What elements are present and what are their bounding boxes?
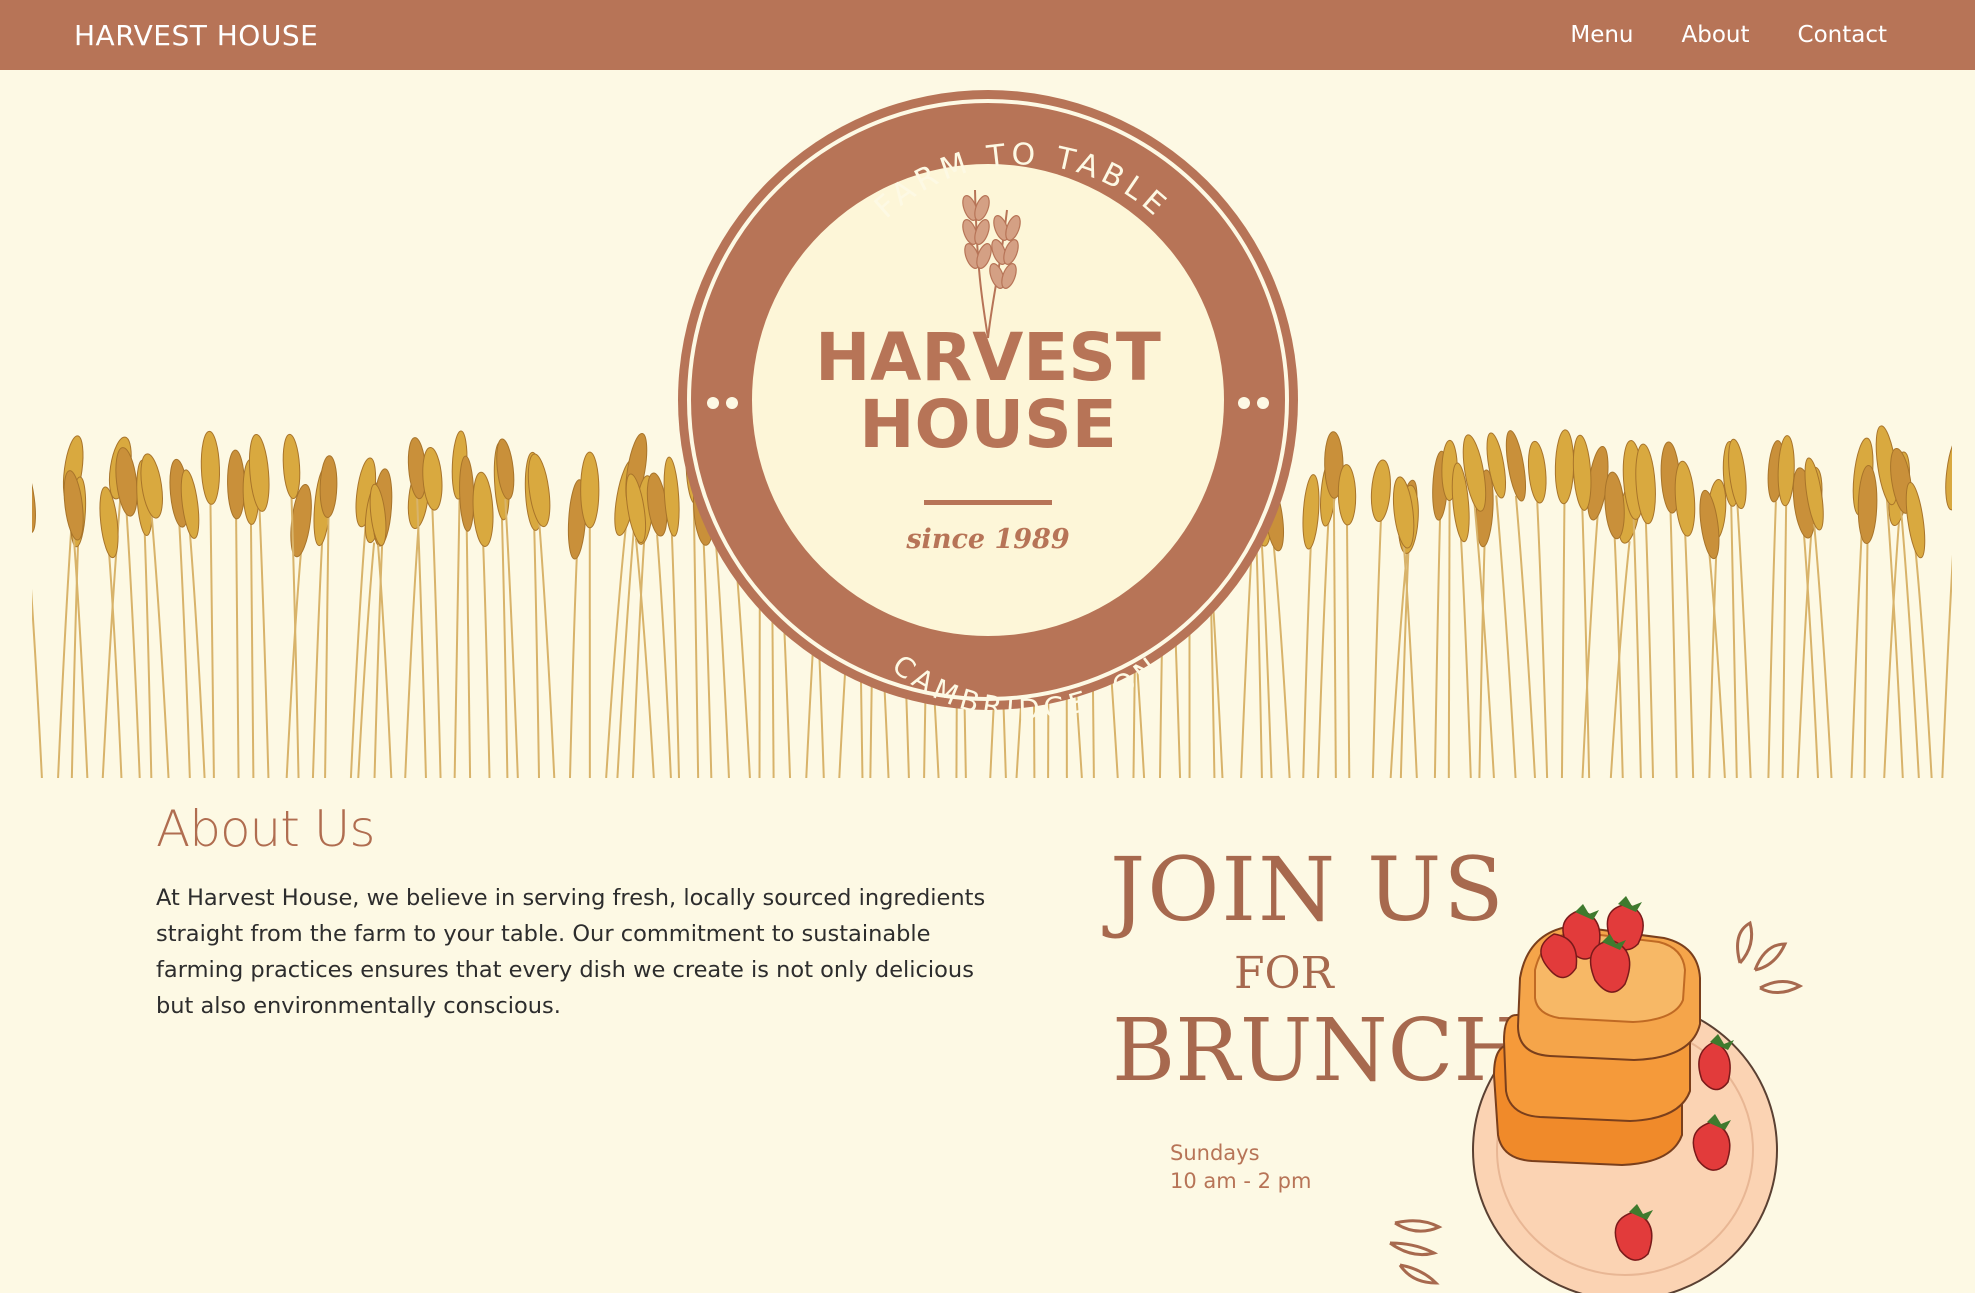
badge-name-line1: HARVEST <box>815 319 1161 396</box>
brunch-promo: JOIN US FOR BRUNCH Sundays 10 am - 2 pm <box>1090 830 1850 1293</box>
nav-link-contact[interactable]: Contact <box>1798 22 1887 48</box>
badge-name-line2: HOUSE <box>859 386 1117 463</box>
about-title: About Us <box>156 800 375 858</box>
about-section: About Us At Harvest House, we believe in… <box>156 800 996 1024</box>
brunch-line3: BRUNCH <box>1112 1001 1528 1101</box>
brunch-day: Sundays <box>1170 1141 1260 1165</box>
nav-link-about[interactable]: About <box>1682 22 1750 48</box>
brunch-line1: JOIN US <box>1102 838 1506 941</box>
nav-links: Menu About Contact <box>1570 22 1887 48</box>
brunch-illustration: JOIN US FOR BRUNCH Sundays 10 am - 2 pm <box>1102 838 1804 1293</box>
badge-since: since 1989 <box>905 524 1069 555</box>
top-navbar: HARVEST HOUSE Menu About Contact <box>0 0 1975 70</box>
nav-link-menu[interactable]: Menu <box>1570 22 1633 48</box>
logo-badge: FARM TO TABLE CAMBRIDGE, ON HARVEST HOUS… <box>678 90 1298 726</box>
site-brand[interactable]: HARVEST HOUSE <box>74 19 318 52</box>
about-body: At Harvest House, we believe in serving … <box>156 885 986 1019</box>
brunch-hours: 10 am - 2 pm <box>1170 1169 1311 1193</box>
brunch-line2: FOR <box>1234 948 1336 999</box>
hero-illustration: FARM TO TABLE CAMBRIDGE, ON HARVEST HOUS… <box>32 90 1952 778</box>
hero-banner: FARM TO TABLE CAMBRIDGE, ON HARVEST HOUS… <box>32 70 1952 778</box>
badge-divider <box>924 500 1052 505</box>
